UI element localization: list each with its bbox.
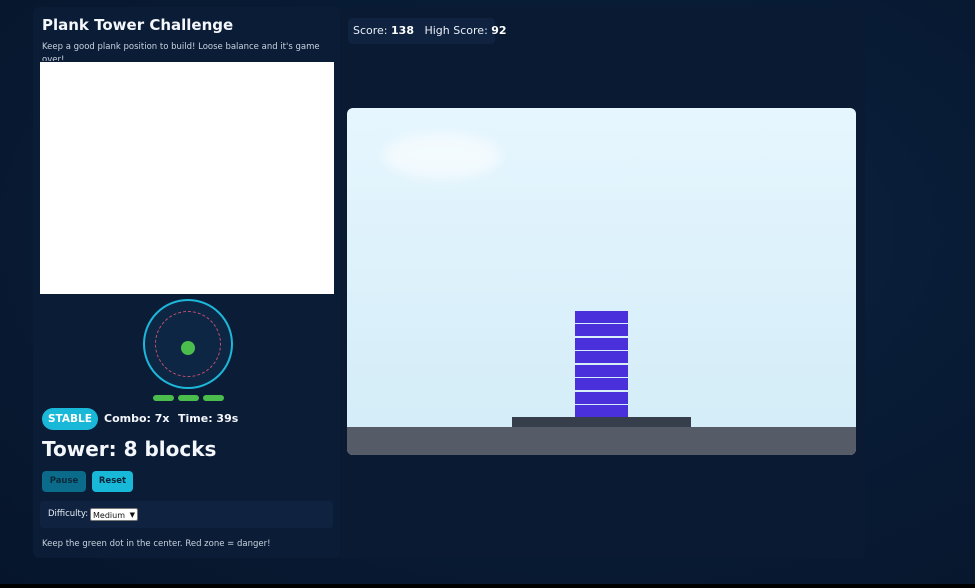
app-container: Plank Tower Challenge Keep a good plank … (33, 7, 865, 558)
reset-button[interactable]: Reset (92, 471, 133, 492)
status-row: STABLE Combo: 7x Time: 39s (42, 408, 332, 430)
control-panel: Plank Tower Challenge Keep a good plank … (33, 7, 340, 558)
balance-indicator (143, 299, 233, 389)
tower-block (575, 337, 628, 350)
ground (347, 427, 856, 455)
time-counter: Time: 39s (178, 412, 239, 425)
difficulty-section: Difficulty: Medium ▼ (40, 501, 333, 528)
status-badge: STABLE (42, 408, 98, 430)
game-panel: Score: 138 High Score: 92 (346, 7, 865, 558)
combo-counter: Combo: 7x (104, 412, 170, 425)
stability-bar (178, 395, 199, 401)
high-score-value: 92 (491, 24, 507, 37)
page-title: Plank Tower Challenge (42, 16, 234, 34)
tower-block (575, 378, 628, 390)
camera-feed (40, 62, 334, 294)
base-platform (512, 417, 691, 427)
high-score-label: High Score: (424, 24, 488, 37)
tower-block (575, 405, 628, 417)
pause-button[interactable]: Pause (42, 471, 86, 492)
stability-bar (153, 395, 174, 401)
tower-block (575, 324, 628, 336)
difficulty-select[interactable]: Medium ▼ (90, 508, 138, 521)
tower-block (575, 310, 628, 323)
score-label: Score: (353, 24, 388, 37)
tower-block (575, 351, 628, 363)
cloud (383, 133, 501, 179)
difficulty-value: Medium (93, 511, 125, 520)
tower-block (575, 364, 628, 377)
stability-bars (153, 395, 225, 402)
game-canvas[interactable] (347, 108, 856, 455)
stability-bar (203, 395, 224, 401)
balance-dot-icon (181, 341, 195, 355)
hint-text: Keep the green dot in the center. Red zo… (42, 539, 271, 549)
chevron-down-icon: ▼ (129, 511, 135, 519)
tower-count: Tower: 8 blocks (42, 437, 217, 461)
tower-block (575, 391, 628, 404)
page-subtitle: Keep a good plank position to build! Loo… (42, 42, 320, 61)
difficulty-label: Difficulty: (48, 509, 89, 519)
scoreboard: Score: 138 High Score: 92 (348, 18, 507, 44)
score-value: 138 (391, 24, 414, 37)
page-bottom-edge (0, 584, 975, 588)
